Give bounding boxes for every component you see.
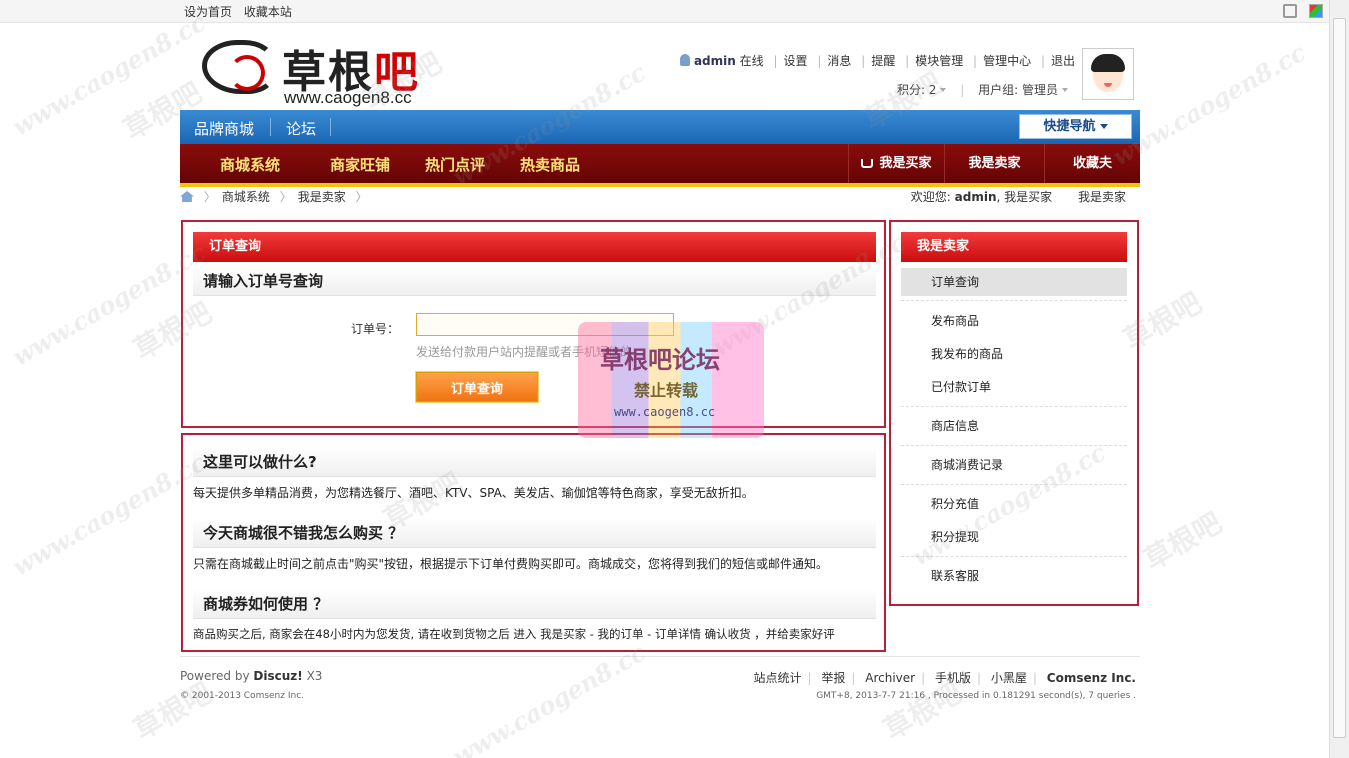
site-footer: Powered by Discuz! X3 © 2001-2013 Comsen… <box>180 656 1140 706</box>
order-number-label: 订单号： <box>351 322 400 336</box>
breadcrumb-seller[interactable]: 我是卖家 <box>298 190 346 204</box>
footer-company[interactable]: Comsenz Inc. <box>1047 671 1136 685</box>
top-links: 设为首页 收藏本站 <box>184 3 300 20</box>
menu-contact-support[interactable]: 联系客服 <box>901 562 1127 590</box>
menu-consumption-records[interactable]: 商城消费记录 <box>901 451 1127 479</box>
order-query-subtitle: 请输入订单号查询 <box>193 266 876 296</box>
user-info: 积分: 2 | 用户组: 管理员 <box>897 81 1068 98</box>
welcome-text: 欢迎您: admin, 我是买家 我是卖家 <box>910 190 1126 204</box>
menu-credit-recharge[interactable]: 积分充值 <box>901 490 1127 518</box>
faq-answer-2: 只需在商城截止时间之前点击"购买"按钮，根据提示下订单付费购买即可。商城成交，您… <box>193 557 829 571</box>
mall-nav-hot[interactable]: 热卖商品 <box>520 154 580 175</box>
menu-shop-info[interactable]: 商店信息 <box>901 412 1127 440</box>
faq-question-2: 今天商城很不错我怎么购买 ？ <box>193 518 876 548</box>
menu-order-query[interactable]: 订单查询 <box>901 268 1127 296</box>
chevron-down-icon <box>1062 88 1068 92</box>
nav-forum[interactable]: 论坛 <box>286 118 316 139</box>
credits-dropdown[interactable]: 积分: 2 <box>897 83 947 97</box>
admin-center-link[interactable]: 管理中心 <box>983 54 1031 68</box>
processing-stats: GMT+8, 2013-7-7 21:16 , Processed in 0.1… <box>816 691 1136 701</box>
order-query-title: 订单查询 <box>193 232 876 262</box>
module-manage-link[interactable]: 模块管理 <box>915 54 963 68</box>
powered-by: Powered by Discuz! X3 <box>180 669 323 683</box>
seller-menu-title: 我是卖家 <box>901 232 1127 262</box>
nav-seller[interactable]: 我是卖家 <box>944 144 1044 183</box>
breadcrumb: 〉商城系统 〉我是卖家 〉 欢迎您: admin, 我是买家 我是卖家 <box>180 188 1140 208</box>
mall-nav-shops[interactable]: 商家旺铺 <box>330 154 390 175</box>
faq-answer-3: 商品购买之后, 商家会在48小时内为您发货, 请在收到货物之后 进入 我是买家 … <box>193 627 835 641</box>
menu-credit-withdraw[interactable]: 积分提现 <box>901 523 1127 551</box>
discuz-link[interactable]: Discuz! <box>253 669 302 683</box>
breadcrumb-mall-system[interactable]: 商城系统 <box>222 190 270 204</box>
avatar[interactable] <box>1082 48 1134 100</box>
online-status: 在线 <box>739 54 764 68</box>
set-homepage-link[interactable]: 设为首页 <box>184 5 232 19</box>
footer-mobile[interactable]: 手机版 <box>935 671 971 685</box>
user-nav: admin 在线 | 设置 | 消息 | 提醒 | 模块管理 | 管理中心 | 退出 <box>679 52 1075 69</box>
chevron-down-icon <box>940 88 947 92</box>
order-number-input[interactable] <box>416 313 674 336</box>
faq-panel: 这里可以做什么? 每天提供多单精品消费，为您精选餐厅、酒吧、KTV、SPA、美发… <box>181 433 886 652</box>
copyright: © 2001-2013 Comsenz Inc. <box>180 691 305 701</box>
usergroup-dropdown[interactable]: 用户组: 管理员 <box>978 83 1068 97</box>
mall-nav-reviews[interactable]: 热门点评 <box>425 154 485 175</box>
settings-link[interactable]: 设置 <box>784 54 808 68</box>
top-tools <box>1275 3 1323 18</box>
faq-question-1: 这里可以做什么? <box>193 447 876 477</box>
footer-archiver[interactable]: Archiver <box>865 671 915 685</box>
expand-icon[interactable] <box>1283 3 1298 18</box>
footer-links: 站点统计 | 举报 | Archiver | 手机版 | 小黑屋 | Comsenz In… <box>753 671 1136 685</box>
quick-nav-button[interactable]: 快捷导航 <box>1019 114 1132 139</box>
top-toolbar: 设为首页 收藏本站 <box>0 0 1329 23</box>
bookmark-site-link[interactable]: 收藏本站 <box>244 5 292 19</box>
main-nav: 品牌商城 论坛 快捷导航 <box>180 110 1140 144</box>
username-link[interactable]: admin <box>694 54 736 68</box>
scrollbar-thumb[interactable] <box>1333 18 1346 738</box>
nav-favorites[interactable]: 收藏夫 <box>1044 144 1140 183</box>
faq-answer-1: 每天提供多单精品消费，为您精选餐厅、酒吧、KTV、SPA、美发店、瑜伽馆等特色商… <box>193 486 754 500</box>
menu-my-products[interactable]: 我发布的商品 <box>901 340 1127 368</box>
skin-icon[interactable] <box>1309 3 1323 18</box>
faq-question-3: 商城券如何使用 ？ <box>193 589 876 619</box>
site-header: 草根吧 www.caogen8.cc admin 在线 | 设置 | 消息 | 提醒 … <box>180 24 1140 110</box>
watermark-tile: 草根吧 <box>1138 506 1228 577</box>
order-query-button[interactable]: 订单查询 <box>415 371 539 403</box>
site-logo[interactable]: 草根吧 www.caogen8.cc <box>202 36 442 107</box>
seller-menu-panel: 我是卖家 订单查询 发布商品 我发布的商品 已付款订单 商店信息 商城消费记录 … <box>889 220 1139 606</box>
order-query-panel: 订单查询 请输入订单号查询 订单号： 发送给付款用户站内提醒或者手机短信的 订单… <box>181 220 886 428</box>
vertical-scrollbar[interactable] <box>1329 0 1349 758</box>
logout-link[interactable]: 退出 <box>1051 54 1075 68</box>
welcome-seller-link[interactable]: 我是卖家 <box>1078 190 1126 204</box>
messages-link[interactable]: 消息 <box>827 54 851 68</box>
footer-site-stats[interactable]: 站点统计 <box>753 671 801 685</box>
logo-mark-icon <box>202 40 276 94</box>
chevron-down-icon <box>1099 124 1108 129</box>
menu-paid-orders[interactable]: 已付款订单 <box>901 373 1127 401</box>
cart-icon <box>861 159 874 168</box>
nav-brand-mall[interactable]: 品牌商城 <box>194 118 254 139</box>
menu-publish-product[interactable]: 发布商品 <box>901 307 1127 335</box>
logo-site-url: www.caogen8.cc <box>284 88 412 107</box>
footer-blackroom[interactable]: 小黑屋 <box>991 671 1027 685</box>
user-icon <box>679 54 690 66</box>
mall-nav: 商城系统 商家旺铺 热门点评 热卖商品 我是买家 我是卖家 收藏夫 <box>180 144 1140 187</box>
home-icon[interactable] <box>180 191 194 202</box>
nav-buyer[interactable]: 我是买家 <box>848 144 944 183</box>
order-number-hint: 发送给付款用户站内提醒或者手机短信的 <box>416 345 633 359</box>
footer-report[interactable]: 举报 <box>821 671 845 685</box>
notifications-link[interactable]: 提醒 <box>871 54 895 68</box>
mall-nav-system[interactable]: 商城系统 <box>220 154 280 175</box>
